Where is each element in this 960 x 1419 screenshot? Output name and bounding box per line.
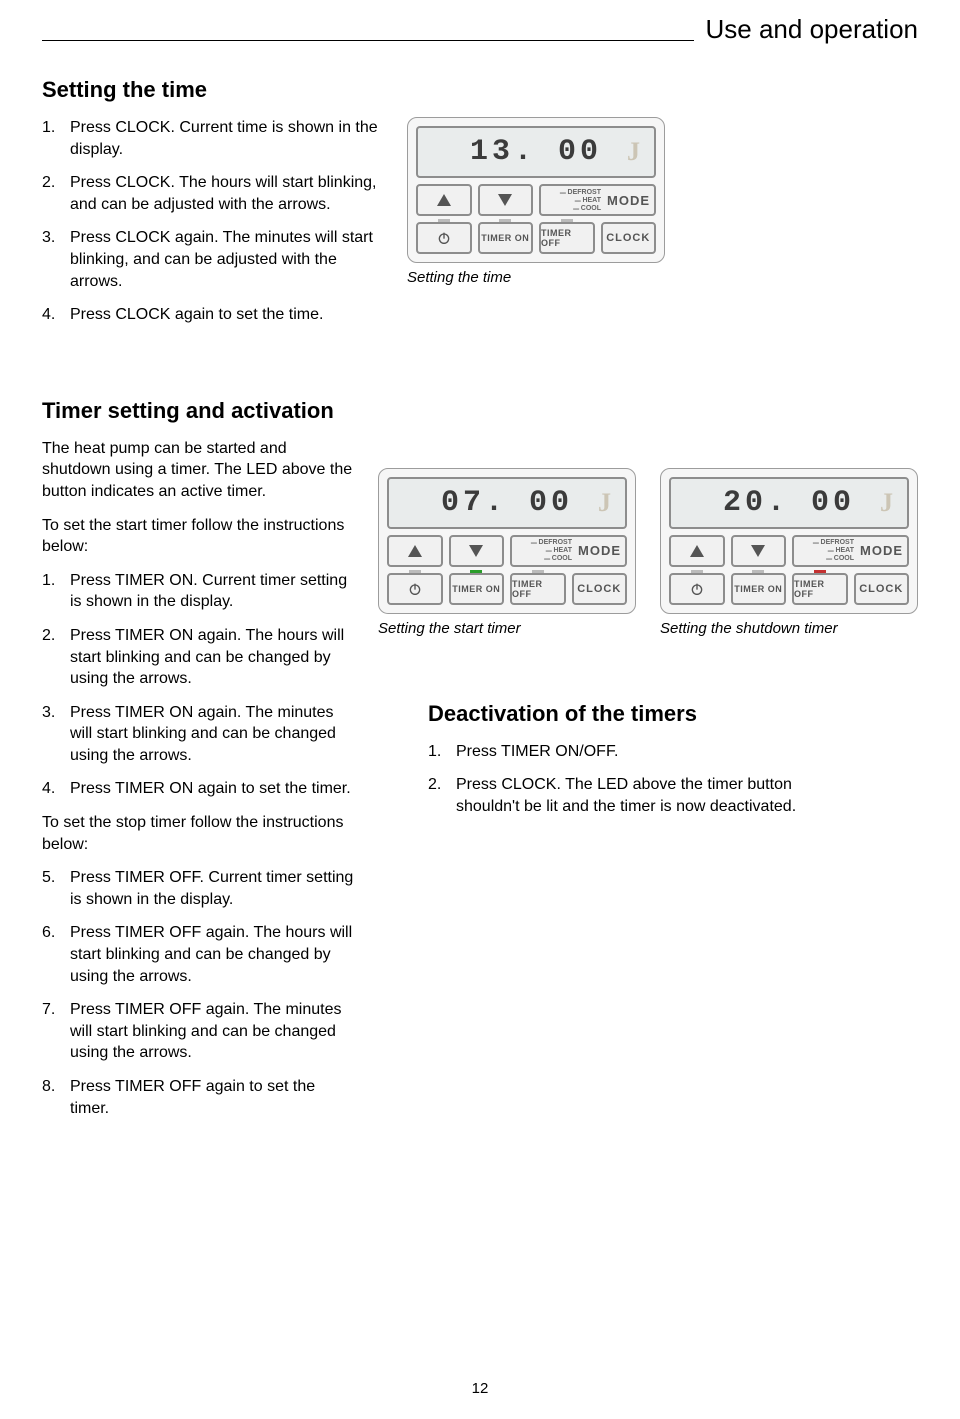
timer-on-led [499, 219, 511, 222]
mode-heat-label: HEAT [575, 197, 601, 204]
power-icon [407, 581, 423, 597]
lcd-value: 13. 00 [470, 135, 602, 169]
brand-logo-icon: J [627, 137, 644, 167]
power-button[interactable] [416, 222, 472, 254]
mode-label: MODE [578, 544, 621, 557]
figure-start-timer: 07. 00 J DEFROSTHEATCOOL MODE TIMER ON TI… [378, 468, 636, 637]
clock-button[interactable]: CLOCK [854, 573, 910, 605]
arrow-down-button[interactable] [478, 184, 534, 216]
timer-off-led [532, 570, 544, 573]
timer-on-led-active [470, 570, 482, 573]
arrow-down-button[interactable] [449, 535, 505, 567]
mode-defrost-label: DEFROST [531, 539, 572, 546]
lcd-value: 20. 00 [723, 486, 855, 520]
power-icon [689, 581, 705, 597]
arrow-up-button[interactable] [387, 535, 443, 567]
timer-off-button[interactable]: TIMER OFF [539, 222, 595, 254]
timer-off-label: TIMER OFF [512, 579, 564, 599]
brand-logo-icon: J [880, 488, 897, 518]
mode-heat-label: HEAT [546, 547, 572, 554]
instruction-step: Press CLOCK again. The minutes will star… [70, 227, 387, 292]
mode-defrost-label: DEFROST [560, 189, 601, 196]
mode-button[interactable]: DEFROSTHEATCOOL MODE [539, 184, 656, 216]
lcd-value: 07. 00 [441, 486, 573, 520]
clock-button[interactable]: CLOCK [572, 573, 628, 605]
clock-label: CLOCK [606, 232, 650, 244]
lcd-display: 20. 00 J [669, 477, 909, 529]
page-title: Use and operation [694, 14, 918, 45]
timer-on-led [752, 570, 764, 573]
instruction-step: Press TIMER ON again. The hours will sta… [70, 625, 358, 690]
timer-off-button[interactable]: TIMER OFF [510, 573, 566, 605]
timer-off-led-active [814, 570, 826, 573]
instruction-step: Press CLOCK. The hours will start blinki… [70, 172, 387, 215]
lcd-display: 13. 00 J [416, 126, 656, 178]
power-button[interactable] [387, 573, 443, 605]
instruction-step: Press TIMER OFF again to set the timer. [70, 1076, 358, 1119]
timer-on-button[interactable]: TIMER ON [731, 573, 787, 605]
figure-setting-time: 13. 00 J DEFROSTHEATCOOL MODE TIMER ON TI… [407, 117, 665, 286]
arrow-up-button[interactable] [669, 535, 725, 567]
clock-label: CLOCK [577, 583, 621, 595]
heading-deactivation: Deactivation of the timers [428, 701, 858, 727]
control-panel-2: 07. 00 J DEFROSTHEATCOOL MODE TIMER ON TI… [378, 468, 636, 614]
figure-caption-1: Setting the time [407, 269, 665, 286]
brand-logo-icon: J [598, 488, 615, 518]
timer-off-label: TIMER OFF [794, 579, 846, 599]
timer-on-button[interactable]: TIMER ON [478, 222, 534, 254]
mode-cool-label: COOL [544, 555, 572, 562]
setting-time-steps: Press CLOCK. Current time is shown in th… [42, 117, 387, 338]
timer-off-label: TIMER OFF [541, 228, 593, 248]
instruction-step: Press TIMER ON/OFF. [456, 741, 858, 763]
lcd-display: 07. 00 J [387, 477, 627, 529]
page-number: 12 [472, 1380, 489, 1397]
timer-intro: The heat pump can be started and shutdow… [42, 438, 358, 503]
instruction-step: Press CLOCK again to set the time. [70, 304, 387, 326]
instruction-step: Press TIMER ON again to set the timer. [70, 778, 358, 800]
clock-label: CLOCK [859, 583, 903, 595]
control-panel-1: 13. 00 J DEFROSTHEATCOOL MODE TIMER ON TI… [407, 117, 665, 263]
power-led [691, 570, 703, 573]
figure-caption-2: Setting the start timer [378, 620, 636, 637]
stop-timer-intro: To set the stop timer follow the instruc… [42, 812, 358, 855]
instruction-step: Press CLOCK. The LED above the timer but… [456, 774, 858, 817]
timer-on-label: TIMER ON [452, 584, 500, 594]
instruction-step: Press TIMER ON. Current timer setting is… [70, 570, 358, 613]
instruction-step: Press TIMER OFF. Current timer setting i… [70, 867, 358, 910]
deactivation-block: Deactivation of the timers Press TIMER O… [428, 701, 858, 830]
clock-button[interactable]: CLOCK [601, 222, 657, 254]
power-icon [436, 230, 452, 246]
timer-on-label: TIMER ON [734, 584, 782, 594]
arrow-up-button[interactable] [416, 184, 472, 216]
mode-label: MODE [607, 194, 650, 207]
mode-cool-label: COOL [573, 205, 601, 212]
instruction-step: Press TIMER OFF again. The minutes will … [70, 999, 358, 1064]
timer-text-column: The heat pump can be started and shutdow… [42, 438, 358, 1131]
instruction-step: Press TIMER OFF again. The hours will st… [70, 922, 358, 987]
power-led [438, 219, 450, 222]
heading-setting-time: Setting the time [42, 77, 918, 103]
start-timer-intro: To set the start timer follow the instru… [42, 515, 358, 558]
power-led [409, 570, 421, 573]
control-panel-3: 20. 00 J DEFROSTHEATCOOL MODE TIMER ON TI… [660, 468, 918, 614]
heading-timer-setting: Timer setting and activation [42, 398, 918, 424]
mode-button[interactable]: DEFROSTHEATCOOL MODE [792, 535, 909, 567]
mode-label: MODE [860, 544, 903, 557]
timer-on-label: TIMER ON [481, 233, 529, 243]
figure-caption-3: Setting the shutdown timer [660, 620, 918, 637]
instruction-step: Press TIMER ON again. The minutes will s… [70, 702, 358, 767]
power-button[interactable] [669, 573, 725, 605]
instruction-step: Press CLOCK. Current time is shown in th… [70, 117, 387, 160]
mode-defrost-label: DEFROST [813, 539, 854, 546]
timer-on-button[interactable]: TIMER ON [449, 573, 505, 605]
mode-cool-label: COOL [826, 555, 854, 562]
timer-off-button[interactable]: TIMER OFF [792, 573, 848, 605]
mode-button[interactable]: DEFROSTHEATCOOL MODE [510, 535, 627, 567]
mode-heat-label: HEAT [828, 547, 854, 554]
timer-off-led [561, 219, 573, 222]
arrow-down-button[interactable] [731, 535, 787, 567]
figure-shutdown-timer: 20. 00 J DEFROSTHEATCOOL MODE TIMER ON TI… [660, 468, 918, 637]
